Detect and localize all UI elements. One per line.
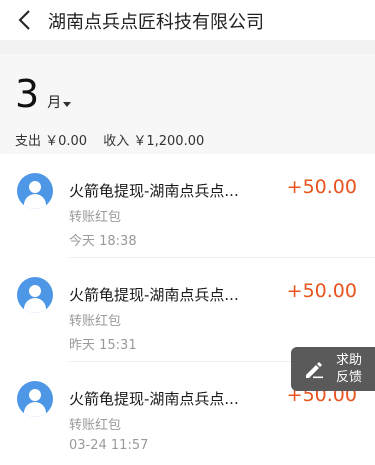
- page-title: 湖南点兵点匠科技有限公司: [48, 12, 264, 33]
- month-summary: 3 月 支出 ￥0.00 收入 ￥1,200.00: [0, 54, 375, 154]
- income-total: 收入 ￥1,200.00: [103, 134, 205, 149]
- transaction-type: 转账红包: [69, 314, 122, 329]
- month-number[interactable]: 3: [15, 74, 39, 114]
- dropdown-caret-icon[interactable]: [63, 102, 72, 107]
- transaction-name: 火箭龟提现-湖南点兵点...: [69, 182, 239, 200]
- section-gap: [0, 40, 375, 54]
- avatar-icon: [17, 277, 53, 313]
- edit-pen-icon: [306, 362, 323, 379]
- avatar-icon: [17, 381, 53, 417]
- transaction-row[interactable]: 火箭龟提现-湖南点兵点... 转账红包 今天 18:38 +50.00: [0, 154, 375, 258]
- top-bar: 湖南点兵点匠科技有限公司: [0, 0, 375, 40]
- transaction-time: 03-24 11:57: [69, 438, 149, 453]
- transaction-time: 今天 18:38: [69, 234, 137, 249]
- feedback-label-line1: 求助: [336, 353, 363, 368]
- transaction-type: 转账红包: [69, 210, 122, 225]
- expense-total: 支出 ￥0.00: [15, 134, 88, 149]
- transaction-name: 火箭龟提现-湖南点兵点...: [69, 390, 239, 408]
- back-button[interactable]: [12, 7, 38, 33]
- transaction-amount: +50.00: [286, 280, 357, 302]
- back-arrow-icon: [18, 10, 30, 30]
- feedback-label-line2: 反馈: [336, 370, 363, 385]
- transaction-amount: +50.00: [286, 176, 357, 198]
- feedback-label: 求助 反馈: [336, 352, 366, 386]
- transaction-time: 昨天 15:31: [69, 338, 137, 353]
- transaction-name: 火箭龟提现-湖南点兵点...: [69, 286, 239, 304]
- help-feedback-button[interactable]: 求助 反馈: [291, 347, 375, 391]
- totals: 支出 ￥0.00 收入 ￥1,200.00: [15, 130, 216, 149]
- avatar-icon: [17, 173, 53, 209]
- month-selector[interactable]: 3 月: [15, 74, 72, 114]
- month-unit[interactable]: 月: [47, 92, 61, 112]
- transaction-type: 转账红包: [69, 418, 122, 433]
